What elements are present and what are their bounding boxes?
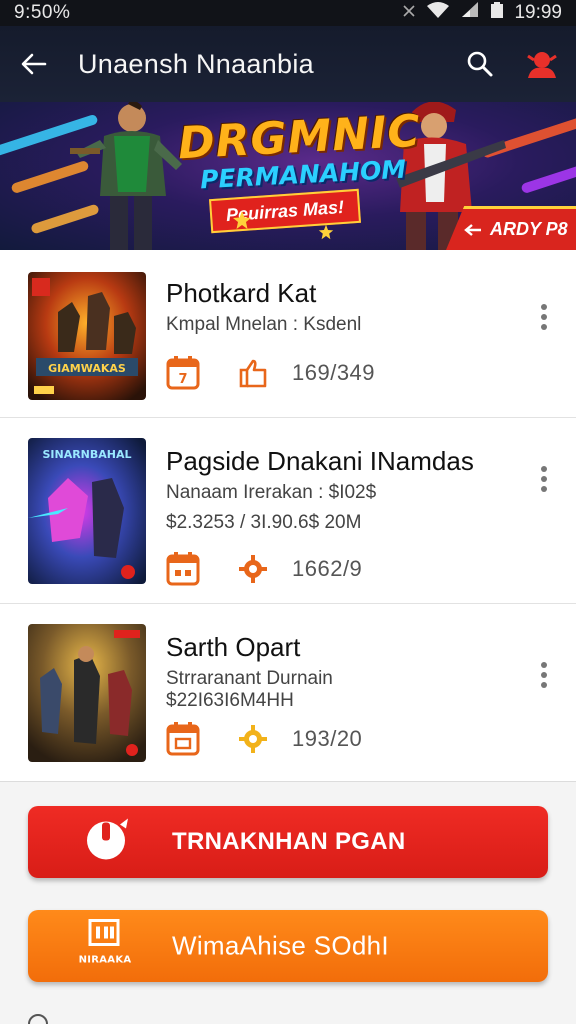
game-subtitle-secondary: $22I63I6M4HH [166,690,294,711]
arrow-left-icon [464,223,481,236]
primary-action-button[interactable]: TRNAKNHAN PGAN [28,806,548,878]
signal-icon [460,1,480,25]
store-icon: NIRAAKA [74,917,136,976]
game-subtitle: Strraranant Durnain [166,668,333,689]
more-vert-icon [541,466,547,472]
gear-icon[interactable] [238,554,268,584]
profile-button[interactable] [522,44,562,84]
secondary-action-label: WimaAhise SOdhI [172,930,389,961]
hero-left-illustration [70,102,182,250]
status-clock: 19:99 [514,2,562,23]
game-thumbnail: GIAMWAKAS [28,272,146,400]
page-title: Unaensh Nnaanbia [78,48,314,79]
game-count: 1662/9 [292,556,363,581]
thumbnail-label: GIAMWAKAS [48,362,126,375]
game-count: 169/349 [292,360,376,385]
svg-text:7: 7 [178,372,187,387]
game-meta: 193/20 [166,722,362,756]
app-bar: Unaensh Nnaanbia [0,26,576,102]
secondary-action-button[interactable]: NIRAAKA WimaAhise SOdhI [28,910,548,982]
game-list: GIAMWAKAS Photkard Kat Kmpal Mnelan : Ks… [0,250,576,782]
primary-action-label: TRNAKNHAN PGAN [172,828,406,855]
profile-icon [527,52,557,78]
more-vert-icon [541,304,547,310]
star-icon [233,211,251,229]
game-meta: 7 169/349 [166,356,375,390]
game-subtitle: Kmpal Mnelan : Ksdenl [166,314,362,335]
more-options-button[interactable] [534,660,554,690]
search-button[interactable] [460,44,500,84]
status-time: 9:50% [14,2,71,23]
game-subtitle-secondary: $2.3253 / 3I.90.6$ 20M [166,512,362,533]
list-item[interactable]: GIAMWAKAS Photkard Kat Kmpal Mnelan : Ks… [0,250,576,418]
game-title: Sarth Opart [166,632,301,662]
game-thumbnail [28,624,146,762]
more-vert-icon [541,662,547,668]
game-thumbnail: SINARNBAHAL [28,438,146,584]
battery-icon [490,1,504,25]
mute-icon [402,2,416,24]
banner-tag-label: ARDY P8 [490,219,568,239]
calendar-icon[interactable] [166,552,200,586]
back-button[interactable] [14,44,54,84]
store-icon-caption: NIRAAKA [79,955,132,966]
game-meta: 1662/9 [166,552,362,586]
list-item[interactable]: Sarth Opart Strraranant Durnain $22I63I6… [0,604,576,782]
power-icon [84,815,132,870]
status-bar: 9:50% 19:99 [0,0,576,26]
bottom-nav-icon[interactable] [28,1014,48,1024]
gear-icon[interactable] [238,724,268,754]
game-title: Pagside Dnakani INamdas [166,446,474,476]
star-icon [318,224,334,240]
game-subtitle: Nanaam Irerakan : $I02$ [166,482,377,503]
more-options-button[interactable] [534,464,554,494]
thumb-up-icon[interactable] [238,358,268,388]
banner-tag[interactable]: ARDY P8 [446,206,576,250]
wifi-icon [426,1,450,25]
thumbnail-label: SINARNBAHAL [42,448,131,461]
more-options-button[interactable] [534,302,554,332]
search-icon [467,51,493,77]
promo-banner[interactable]: DRGMNIC PERMANAHOM Peuirras Mas! ARDY P8 [0,102,576,250]
calendar-icon[interactable] [166,722,200,756]
list-item[interactable]: SINARNBAHAL Pagside Dnakani INamdas Nana… [0,418,576,604]
calendar-icon[interactable]: 7 [166,356,200,390]
banner-light-streak [520,159,576,195]
back-arrow-icon [21,53,47,75]
game-count: 193/20 [292,726,363,751]
game-title: Photkard Kat [166,278,317,308]
